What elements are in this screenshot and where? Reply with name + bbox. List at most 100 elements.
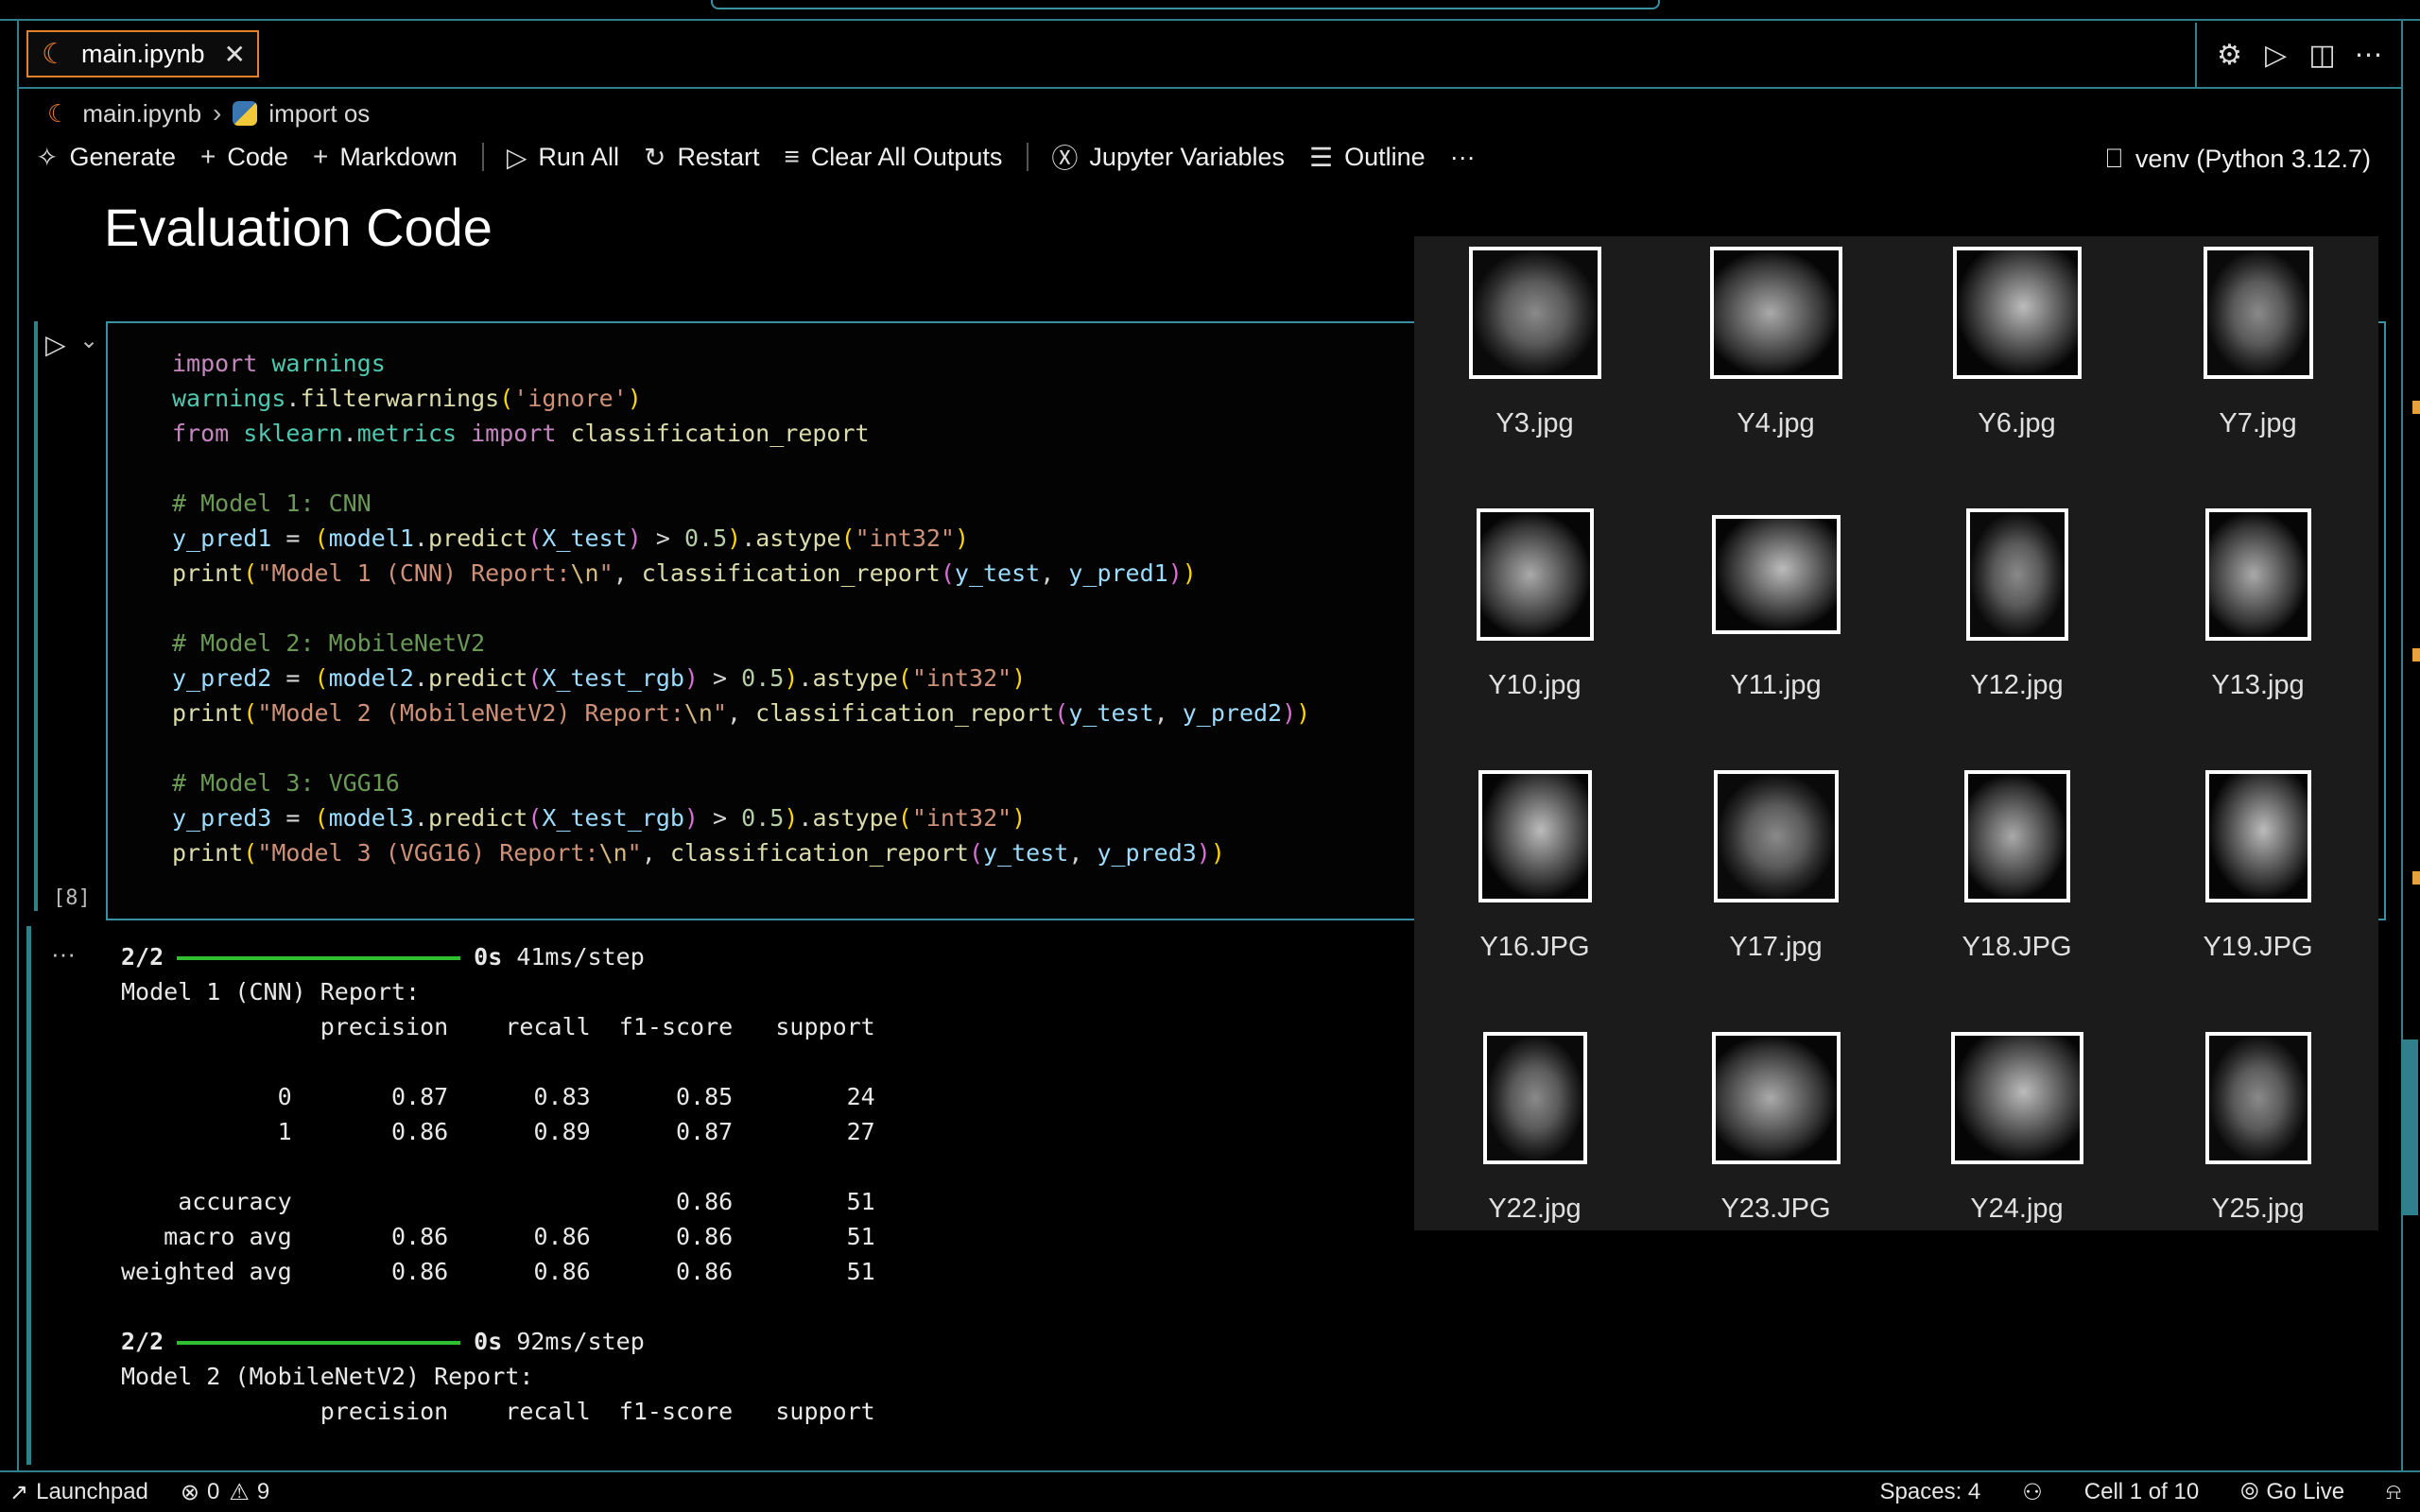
thumbnail-item[interactable]: Y7.jpg [2137,244,2378,492]
code-label: Code [227,142,288,171]
output-more-button[interactable]: ··· [51,939,76,969]
image-preview-panel[interactable]: Y3.jpg Y4.jpg Y6.jpg Y7.jpg Y10.jpg Y11.jpg Y1… [1414,236,2378,1230]
gear-icon[interactable]: ⚙ [2210,39,2250,72]
report-row: ​ [121,1044,875,1079]
thumbnail-item[interactable]: Y24.jpg [1896,1029,2137,1278]
thumbnail-item[interactable]: Y13.jpg [2137,506,2378,754]
report-row: weighted avg 0.86 0.86 0.86 51 [121,1258,875,1285]
mri-thumbnail-image [1965,508,2068,641]
thumbnail-label: Y25.jpg [2211,1194,2305,1224]
more-actions-icon[interactable]: ⋯ [2349,39,2389,72]
thumbnail-label: Y7.jpg [2219,408,2297,438]
jupyter-icon: ☾ [47,98,70,128]
add-markdown-button[interactable]: + Markdown [313,142,458,172]
thumbnail-label: Y12.jpg [1970,670,2064,700]
server-icon: ⎕ [2106,143,2122,173]
restart-button[interactable]: ↻ Restart [644,142,760,173]
cell-indicator[interactable]: Cell 1 of 10 [2084,1479,2199,1505]
progress-bar [177,1341,461,1345]
code-line: y_pred2 = (model2.predict(X_test_rgb) > … [172,664,1027,692]
play-icon[interactable]: ▷ [2256,39,2296,72]
close-icon[interactable]: ✕ [224,39,246,70]
warning-icon: ⚠ [229,1479,250,1505]
progress-bar [177,956,461,960]
mri-thumbnail-image [2204,770,2311,902]
generate-button[interactable]: ✧ Generate [36,142,176,173]
breadcrumb-symbol[interactable]: import os [268,99,370,129]
broadcast-icon: ⦾ [2240,1479,2259,1504]
bell-icon[interactable]: ⍾ [2386,1479,2401,1505]
code-line: # Model 1: CNN [172,490,372,517]
mri-thumbnail-image [1963,770,2070,902]
chevron-down-icon[interactable]: ⌄ [79,327,98,354]
mri-thumbnail-image [1482,1032,1587,1164]
mri-thumbnail-image [2204,508,2311,641]
restart-icon: ↻ [643,142,666,172]
mri-thumbnail-image [1711,1032,1841,1164]
kernel-label: venv (Python 3.12.7) [2135,144,2371,173]
mri-thumbnail-image [1952,247,2082,379]
command-center[interactable] [711,0,1660,9]
thumbnail-item[interactable]: Y23.JPG [1655,1029,1896,1278]
rocket-icon: ↗ [9,1479,29,1505]
run-cell-button[interactable]: ▷ [45,329,66,360]
thumbnail-item[interactable]: Y25.jpg [2137,1029,2378,1278]
go-live-label: Go Live [2266,1479,2345,1504]
thumbnail-item[interactable]: Y18.JPG [1896,767,2137,1016]
variables-button[interactable]: Ⓧ Jupyter Variables [1051,138,1285,176]
clear-outputs-button[interactable]: ≡ Clear All Outputs [784,142,1002,172]
run-all-label: Run All [538,142,619,171]
thumbnail-label: Y22.jpg [1488,1194,1582,1224]
kernel-picker[interactable]: ⎕ venv (Python 3.12.7) [2106,138,2371,180]
thumbnail-label: Y18.JPG [1962,932,2072,962]
mri-thumbnail-image [1709,247,1842,379]
report-title: Model 2 (MobileNetV2) Report: [121,1363,534,1390]
thumbnail-item[interactable]: Y4.jpg [1655,244,1896,492]
copilot-icon[interactable]: ⚇ [2022,1479,2043,1506]
cell-output: 2/2 0s 41ms/step Model 1 (CNN) Report: pre… [121,939,875,1429]
code-line: print("Model 2 (MobileNetV2) Report:\n",… [172,699,1311,727]
progress-steps: 2/2 [121,943,164,971]
run-all-button[interactable]: ▷ Run All [507,142,619,173]
markdown-label: Markdown [339,142,458,171]
scrollbar-thumb[interactable] [2401,1040,2418,1215]
thumbnail-item[interactable]: Y3.jpg [1414,244,1655,492]
breadcrumb-file[interactable]: main.ipynb [82,99,201,129]
report-row: ​ [121,1289,875,1324]
report-header: precision recall f1-score support [121,1398,875,1425]
restart-label: Restart [677,142,760,171]
thumbnail-item[interactable]: Y12.jpg [1896,506,2137,754]
thumbnail-item[interactable]: Y10.jpg [1414,506,1655,754]
toolbar-more-button[interactable]: ··· [1450,143,1476,172]
thumbnail-item[interactable]: Y16.JPG [1414,767,1655,1016]
thumbnail-item[interactable]: Y17.jpg [1655,767,1896,1016]
outline-label: Outline [1344,142,1426,171]
error-icon: ⊗ [180,1479,199,1505]
thumbnail-item[interactable]: Y22.jpg [1414,1029,1655,1278]
progress-time: 0s [474,943,503,971]
outline-button[interactable]: ☰ Outline [1309,142,1426,173]
generate-label: Generate [69,142,177,171]
toolbar-divider [481,143,484,171]
thumbnail-item[interactable]: Y11.jpg [1655,506,1896,754]
tab-main-ipynb[interactable]: ☾ main.ipynb ✕ [26,30,259,77]
outline-icon: ☰ [1309,142,1334,172]
split-editor-icon[interactable]: ◫ [2303,39,2342,72]
mri-thumbnail-image [1478,770,1592,902]
go-live-button[interactable]: ⦾ Go Live [2240,1479,2344,1505]
progress-time: 0s [474,1328,503,1355]
code-line: # Model 2: MobileNetV2 [172,629,486,657]
clear-outputs-label: Clear All Outputs [810,142,1003,171]
indentation-button[interactable]: Spaces: 4 [1880,1479,1981,1505]
launchpad-button[interactable]: ↗ Launchpad [9,1479,148,1506]
markdown-heading: Evaluation Code [104,198,493,257]
thumbnail-label: Y23.JPG [1720,1194,1831,1224]
code-line: y_pred1 = (model1.predict(X_test) > 0.5)… [172,524,970,552]
thumbnail-item[interactable]: Y6.jpg [1896,244,2137,492]
thumbnail-item[interactable]: Y19.JPG [2137,767,2378,1016]
code-line: import warnings [172,350,386,377]
add-code-button[interactable]: + Code [200,142,288,172]
problems-button[interactable]: ⊗ 0 ⚠ 9 [181,1479,269,1506]
